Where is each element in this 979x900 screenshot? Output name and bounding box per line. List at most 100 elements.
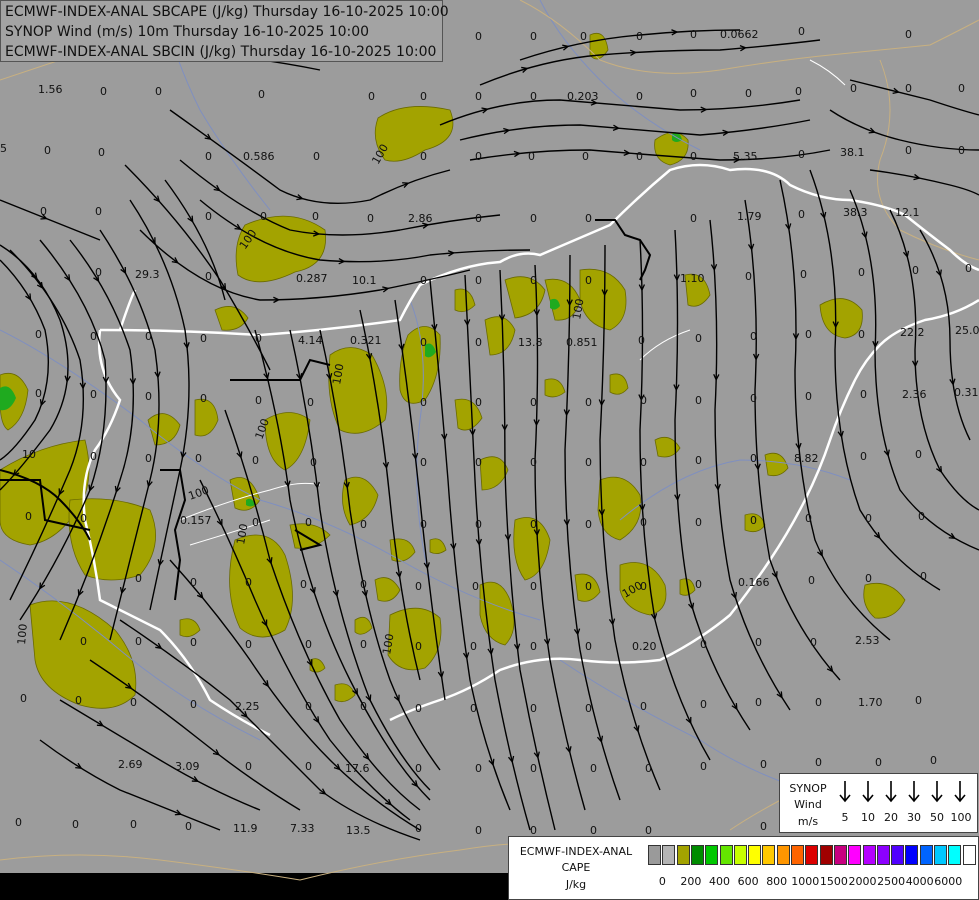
wind-legend-title-wind: Wind [794, 798, 822, 811]
station-value: 5 [0, 142, 7, 155]
station-value: 0 [585, 640, 592, 653]
station-value: 0 [760, 820, 767, 833]
cape-color-swatch [719, 845, 733, 865]
station-value: 0 [420, 90, 427, 103]
station-value: 0 [205, 150, 212, 163]
cape-color-swatch [876, 845, 890, 865]
station-value: 29.3 [135, 268, 160, 281]
cape-color-swatch [762, 845, 776, 865]
cape-color-swatch [833, 845, 847, 865]
station-value: 0 [958, 82, 965, 95]
station-value: 0 [585, 274, 592, 287]
station-value: 0 [145, 390, 152, 403]
station-value: 0 [368, 90, 375, 103]
wind-arrow-30 [908, 781, 920, 803]
station-value: 0 [300, 578, 307, 591]
station-value: 0 [415, 640, 422, 653]
station-value: 0 [530, 396, 537, 409]
station-value: 0 [415, 702, 422, 715]
station-value: 0 [155, 85, 162, 98]
station-value: 0 [700, 760, 707, 773]
station-value: 10.1 [352, 274, 377, 287]
station-value: 0 [420, 274, 427, 287]
station-value: 0 [760, 758, 767, 771]
cape-tick-label: 1500 [819, 875, 848, 888]
station-value: 0 [530, 274, 537, 287]
station-value: 0 [255, 332, 262, 345]
station-value: 1.10 [680, 272, 705, 285]
station-value: 0 [915, 448, 922, 461]
station-value: 25.0 [955, 324, 979, 337]
station-value: 0 [636, 90, 643, 103]
station-value: 0 [815, 696, 822, 709]
cape-color-swatch [962, 845, 976, 865]
station-value: 0 [475, 336, 482, 349]
cape-color-swatch [919, 845, 933, 865]
station-value: 0 [585, 396, 592, 409]
cape-tick-label: 1000 [791, 875, 820, 888]
station-value: 0.157 [180, 514, 212, 527]
station-value: 0 [200, 332, 207, 345]
station-value: 0 [755, 696, 762, 709]
station-value: 0 [700, 698, 707, 711]
cape-color-swatch [676, 845, 690, 865]
station-value: 0 [305, 760, 312, 773]
station-value: 0 [90, 388, 97, 401]
cape-color-swatch [690, 845, 704, 865]
station-value: 0.166 [738, 576, 770, 589]
wind-speed-label: 10 [861, 811, 875, 824]
station-value: 0.851 [566, 336, 598, 349]
station-value: 0 [640, 456, 647, 469]
station-value: 0 [305, 516, 312, 529]
wind-arrow-50 [931, 781, 943, 803]
cape-color-swatch [805, 845, 819, 865]
cape-color-swatch [776, 845, 790, 865]
wind-arrow-20 [885, 781, 897, 803]
station-value: 0 [920, 570, 927, 583]
station-value: 0 [640, 580, 647, 593]
station-value: 0 [475, 824, 482, 837]
station-value: 0 [750, 514, 757, 527]
station-value: 0 [912, 264, 919, 277]
station-value: 0 [805, 512, 812, 525]
station-value: 0 [750, 330, 757, 343]
station-value: 0 [965, 262, 972, 275]
station-value: 0 [260, 210, 267, 223]
station-value: 0 [75, 694, 82, 707]
cape-color-swatch [948, 845, 962, 865]
station-value: 0.287 [296, 272, 328, 285]
wind-legend: SYNOP Wind m/s 5 10 20 30 50 100 [779, 773, 978, 833]
station-value: 0 [420, 396, 427, 409]
cape-legend-title: ECMWF-INDEX-ANAL [519, 845, 633, 858]
station-value: 0 [95, 266, 102, 279]
station-value: 0 [145, 330, 152, 343]
station-value: 0 [815, 756, 822, 769]
station-value: 0 [695, 394, 702, 407]
station-value: 0 [530, 212, 537, 225]
station-value: 11.9 [233, 822, 258, 835]
station-value: 0 [190, 576, 197, 589]
station-value: 12.1 [895, 206, 920, 219]
station-value: 0 [470, 702, 477, 715]
map-background [0, 0, 979, 900]
station-value: 0 [798, 25, 805, 38]
station-value: 1.79 [737, 210, 762, 223]
station-value: 7.33 [290, 822, 315, 835]
station-value: 0 [472, 580, 479, 593]
station-value: 0 [25, 510, 32, 523]
cape-legend: ECMWF-INDEX-ANAL CAPE J/kg 0 200 400 600 800… [508, 836, 979, 900]
station-value: 0 [590, 762, 597, 775]
station-value: 0 [690, 150, 697, 163]
title-line-sbcape: ECMWF-INDEX-ANAL SBCAPE (J/kg) Thursday … [5, 4, 449, 20]
cape-legend-unit: J/kg [565, 878, 587, 891]
station-value: 0 [530, 762, 537, 775]
cape-scale-ticks: 0 200 400 600 800 1000 1500 2000 2500 4000 6000 [648, 875, 976, 891]
station-value: 0 [750, 392, 757, 405]
station-value: 0 [195, 452, 202, 465]
cape-tick-label: 4000 [905, 875, 934, 888]
station-value: 0 [475, 396, 482, 409]
station-value: 0 [475, 212, 482, 225]
station-value: 0 [305, 700, 312, 713]
station-value: 0 [15, 816, 22, 829]
station-value: 0 [865, 512, 872, 525]
